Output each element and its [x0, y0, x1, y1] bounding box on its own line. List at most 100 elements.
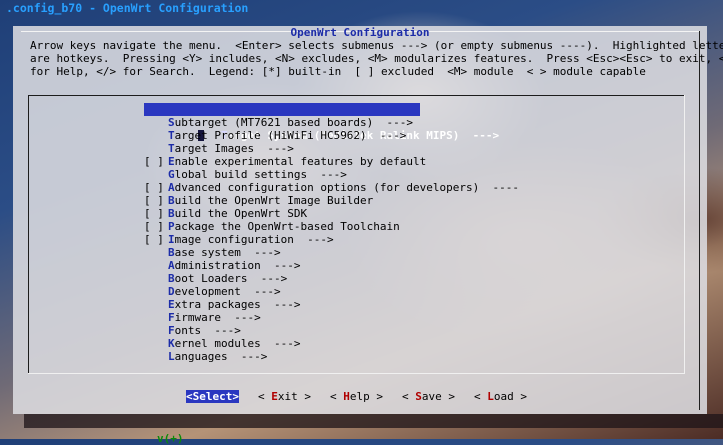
menu-item-checkbox: [ ]: [144, 207, 164, 220]
menu-item-hotkey: A: [168, 181, 175, 194]
menu-item-development[interactable]: Development --->: [144, 285, 519, 298]
menu-item-checkbox: [ ]: [144, 181, 164, 194]
menu-item-hotkey: B: [168, 194, 175, 207]
menu-item-label: evelopment --->: [174, 285, 281, 298]
button-bracket: <: [258, 390, 272, 403]
menu-item-label: anguages --->: [174, 350, 268, 363]
list-border-top: [28, 95, 685, 96]
menu-item-label: ase system --->: [174, 246, 281, 259]
button-bracket: <: [186, 390, 193, 403]
menu-item-hotkey: I: [168, 233, 175, 246]
menu-item-label: nable experimental features by default: [174, 155, 427, 168]
menu-item-hotkey: F: [168, 311, 175, 324]
menu-list: Target System (MediaTek Ralink MIPS) ---…: [144, 103, 519, 363]
menu-item-label: dministration --->: [174, 259, 301, 272]
menu-item-label: uild the OpenWrt Image Builder: [174, 194, 374, 207]
dialog-title: OpenWrt Configuration: [290, 26, 430, 39]
menu-item-kernel-modules[interactable]: Kernel modules --->: [144, 337, 519, 350]
menu-item-languages[interactable]: Languages --->: [144, 350, 519, 363]
menu-item-hotkey: D: [168, 285, 175, 298]
menuconfig-dialog: OpenWrt Configuration Arrow keys navigat…: [13, 26, 723, 445]
menu-list-box: Target System (MediaTek Ralink MIPS) ---…: [26, 95, 685, 445]
menu-item-toolchain[interactable]: [ ] Package the OpenWrt-based Toolchain: [144, 220, 519, 233]
help-text: Arrow keys navigate the menu. <Enter> se…: [30, 39, 723, 78]
menu-item-label: ubtarget (MT7621 based boards) --->: [174, 116, 414, 129]
button-label: xit >: [277, 390, 311, 403]
menu-item-hotkey: K: [168, 337, 175, 350]
menu-item-label: lobal build settings --->: [174, 168, 347, 181]
menu-item-base-system[interactable]: Base system --->: [144, 246, 519, 259]
list-border-right: [684, 95, 685, 374]
list-border-left: [28, 95, 29, 374]
menu-item-hotkey: F: [168, 324, 175, 337]
save-button[interactable]: < Save >: [402, 390, 455, 403]
select-button[interactable]: <Select>: [186, 390, 239, 403]
menu-item-target-profile[interactable]: Target Profile (HiWiFi HC5962) --->: [144, 129, 519, 142]
button-label: elp >: [349, 390, 383, 403]
button-label: elect>: [199, 390, 239, 403]
menu-item-label: dvanced configuration options (for devel…: [174, 181, 519, 194]
button-hotkey: E: [271, 390, 278, 403]
menu-item-label: onts --->: [174, 324, 241, 337]
menu-item-hotkey: T: [168, 142, 175, 155]
dialog-shadow: [24, 414, 723, 428]
menu-item-label: arget Images --->: [174, 142, 294, 155]
menu-item-hotkey: L: [168, 350, 175, 363]
menu-item-label: irmware --->: [174, 311, 261, 324]
menu-item-hotkey: S: [168, 116, 175, 129]
list-border-bottom: [28, 373, 685, 374]
menu-item-hotkey: G: [168, 168, 175, 181]
button-hotkey: L: [487, 390, 494, 403]
menu-item-label: ernel modules --->: [174, 337, 301, 350]
menu-item-checkbox: [ ]: [144, 233, 164, 246]
button-bracket: <: [330, 390, 344, 403]
button-label: oad >: [493, 390, 527, 403]
menu-item-sdk[interactable]: [ ] Build the OpenWrt SDK: [144, 207, 519, 220]
menu-item-global-build-settings[interactable]: Global build settings --->: [144, 168, 519, 181]
menu-item-advanced-options[interactable]: [ ] Advanced configuration options (for d…: [144, 181, 519, 194]
menu-item-label: arget Profile (HiWiFi HC5962) --->: [174, 129, 407, 142]
menu-item-checkbox: [ ]: [144, 194, 164, 207]
menu-item-hotkey: P: [168, 220, 175, 233]
menu-item-experimental-features[interactable]: [ ] Enable experimental features by defau…: [144, 155, 519, 168]
menu-item-boot-loaders[interactable]: Boot Loaders --->: [144, 272, 519, 285]
menu-item-checkbox: [ ]: [144, 220, 164, 233]
menu-item-checkbox: [ ]: [144, 155, 164, 168]
help-line: for Help, </> for Search. Legend: [*] bu…: [30, 65, 646, 78]
menu-item-label: mage configuration --->: [174, 233, 334, 246]
button-bar: <Select> < Exit > < Help > < Save > < Lo…: [13, 390, 707, 403]
terminal-title: .config_b70 - OpenWrt Configuration: [6, 1, 249, 15]
button-bracket: <: [474, 390, 488, 403]
menu-item-label: ackage the OpenWrt-based Toolchain: [174, 220, 400, 233]
menu-item-hotkey: B: [168, 207, 175, 220]
menu-item-label: uild the OpenWrt SDK: [174, 207, 308, 220]
menu-item-hotkey: B: [168, 246, 175, 259]
menu-item-hotkey: A: [168, 259, 175, 272]
menu-item-image-configuration[interactable]: [ ] Image configuration --->: [144, 233, 519, 246]
help-button[interactable]: < Help >: [330, 390, 383, 403]
menu-item-hotkey: B: [168, 272, 175, 285]
menu-item-target-system[interactable]: Target System (MediaTek Ralink MIPS) ---…: [144, 103, 519, 142]
menu-item-firmware[interactable]: Firmware --->: [144, 311, 519, 324]
menu-item-administration[interactable]: Administration --->: [144, 259, 519, 272]
menu-item-hotkey: T: [168, 129, 175, 142]
menu-item-label: xtra packages --->: [174, 298, 301, 311]
button-bracket: <: [402, 390, 416, 403]
load-button[interactable]: < Load >: [474, 390, 527, 403]
help-line: Arrow keys navigate the menu. <Enter> se…: [30, 39, 723, 52]
exit-button[interactable]: < Exit >: [258, 390, 311, 403]
menu-item-label: oot Loaders --->: [174, 272, 288, 285]
menu-item-hotkey: E: [168, 155, 175, 168]
button-hotkey: S: [415, 390, 422, 403]
button-hotkey: H: [343, 390, 350, 403]
menu-item-image-builder[interactable]: [ ] Build the OpenWrt Image Builder: [144, 194, 519, 207]
help-line: are hotkeys. Pressing <Y> includes, <N> …: [30, 52, 723, 65]
menu-item-target-images[interactable]: Target Images --->: [144, 142, 519, 155]
menu-item-fonts[interactable]: Fonts --->: [144, 324, 519, 337]
menu-item-subtarget[interactable]: Subtarget (MT7621 based boards) --->: [144, 116, 519, 129]
menu-item-hotkey: E: [168, 298, 175, 311]
button-label: ave >: [421, 390, 455, 403]
menu-item-extra-packages[interactable]: Extra packages --->: [144, 298, 519, 311]
dialog-border-right: [699, 31, 700, 410]
selection-highlight: [144, 103, 420, 116]
